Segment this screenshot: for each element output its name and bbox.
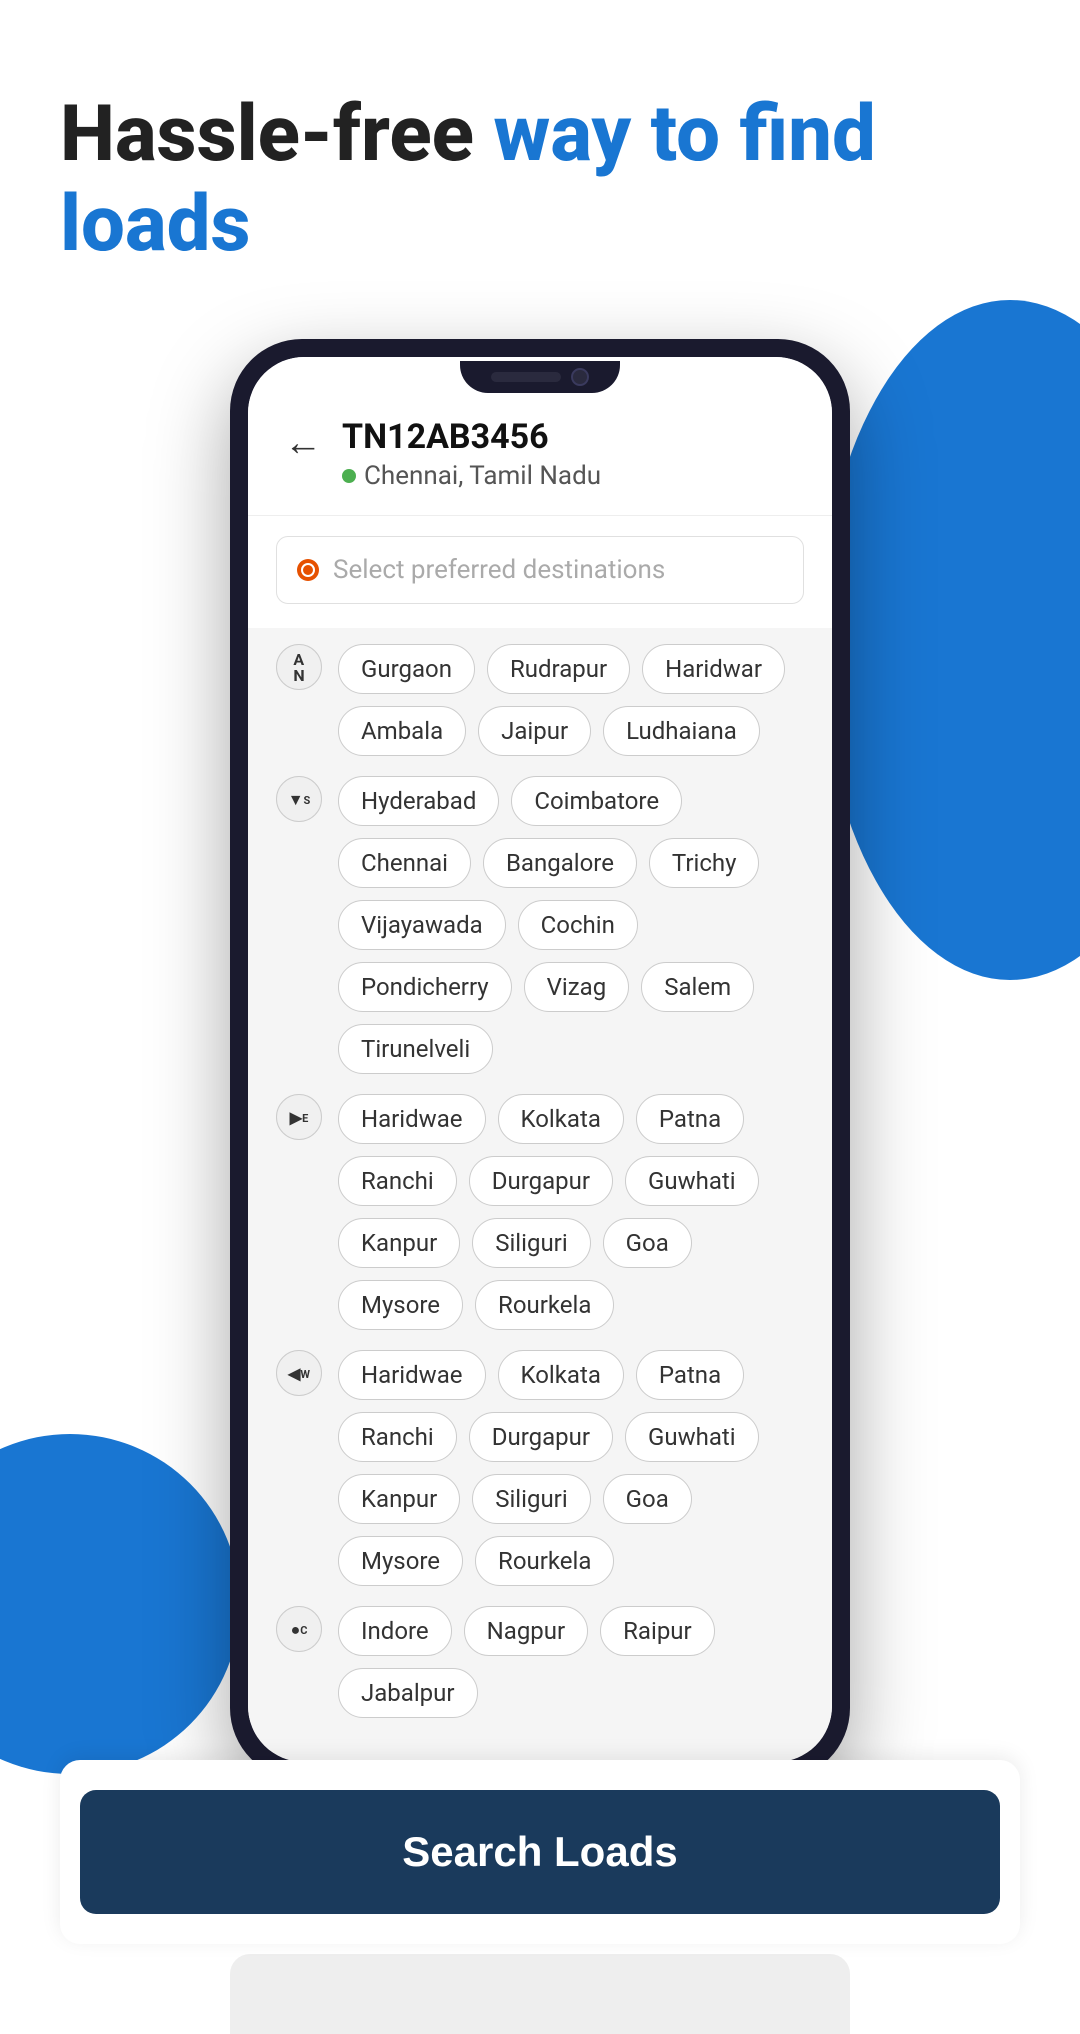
hero-section: Hassle-free way to findloads [0,0,1080,309]
chip-kolkata-w[interactable]: Kolkata [498,1350,624,1400]
location-text: Chennai, Tamil Nadu [364,461,601,491]
vehicle-id: TN12AB3456 [342,417,601,457]
chip-ranchi-w[interactable]: Ranchi [338,1412,457,1462]
chip-rourkela-e[interactable]: Rourkela [475,1280,614,1330]
chip-siliguri-w[interactable]: Siliguri [472,1474,590,1524]
center-chips: Indore Nagpur Raipur Jabalpur [338,1606,804,1718]
hero-title: Hassle-free way to findloads [60,90,1020,269]
search-input-row[interactable]: Select preferred destinations [276,536,804,604]
direction-header-east: ▶E Haridwae Kolkata Patna Ranchi Durgapu… [276,1094,804,1330]
north-direction-icon: AN [276,644,322,690]
south-direction-icon: ▼S [276,776,322,822]
chip-indore[interactable]: Indore [338,1606,452,1656]
chip-bangalore[interactable]: Bangalore [483,838,637,888]
chip-kanpur-w[interactable]: Kanpur [338,1474,460,1524]
chip-goa-e[interactable]: Goa [603,1218,692,1268]
phone-screen: ← TN12AB3456 Chennai, Tamil Nadu Select … [248,357,832,1762]
east-direction-icon: ▶E [276,1094,322,1140]
chip-chennai[interactable]: Chennai [338,838,471,888]
direction-group-south: ▼S Hyderabad Coimbatore Chennai Bangalor… [276,776,804,1074]
chip-haridwae-e[interactable]: Haridwae [338,1094,486,1144]
chip-ludhaiana[interactable]: Ludhaiana [603,706,760,756]
speaker [491,372,561,382]
direction-header-west: ◀W Haridwae Kolkata Patna Ranchi Durgapu… [276,1350,804,1586]
phone-container: ← TN12AB3456 Chennai, Tamil Nadu Select … [0,339,1080,1780]
direction-header-south: ▼S Hyderabad Coimbatore Chennai Bangalor… [276,776,804,1074]
chip-durgapur-w[interactable]: Durgapur [469,1412,613,1462]
chip-kolkata-e[interactable]: Kolkata [498,1094,624,1144]
chip-patna-e[interactable]: Patna [636,1094,744,1144]
phone-notch [460,361,620,393]
camera-dot [571,368,589,386]
chip-guwhati-w[interactable]: Guwhati [625,1412,759,1462]
phone-mockup: ← TN12AB3456 Chennai, Tamil Nadu Select … [230,339,850,1780]
direction-group-north: AN Gurgaon Rudrapur Haridwar Ambala Jaip… [276,644,804,756]
chip-patna-w[interactable]: Patna [636,1350,744,1400]
chip-goa-w[interactable]: Goa [603,1474,692,1524]
chip-mysore-e[interactable]: Mysore [338,1280,463,1330]
chip-ranchi-e[interactable]: Ranchi [338,1156,457,1206]
search-loads-wrapper: Search Loads [60,1760,1020,1944]
bottom-card [230,1954,850,2034]
chip-vijayawada[interactable]: Vijayawada [338,900,506,950]
center-direction-icon: ●C [276,1606,322,1652]
location-search-icon [297,559,319,581]
vehicle-location: Chennai, Tamil Nadu [342,461,601,491]
chip-raipur[interactable]: Raipur [600,1606,715,1656]
direction-group-center: ●C Indore Nagpur Raipur Jabalpur [276,1606,804,1718]
direction-group-west: ◀W Haridwae Kolkata Patna Ranchi Durgapu… [276,1350,804,1586]
east-chips: Haridwae Kolkata Patna Ranchi Durgapur G… [338,1094,804,1330]
chip-rourkela-w[interactable]: Rourkela [475,1536,614,1586]
chip-kanpur-e[interactable]: Kanpur [338,1218,460,1268]
chip-coimbatore[interactable]: Coimbatore [511,776,682,826]
chip-ambala[interactable]: Ambala [338,706,466,756]
north-chips: Gurgaon Rudrapur Haridwar Ambala Jaipur … [338,644,804,756]
back-button[interactable]: ← [284,421,322,465]
west-chips: Haridwae Kolkata Patna Ranchi Durgapur G… [338,1350,804,1586]
chip-durgapur-e[interactable]: Durgapur [469,1156,613,1206]
location-dot-icon [342,469,356,483]
direction-group-east: ▶E Haridwae Kolkata Patna Ranchi Durgapu… [276,1094,804,1330]
chip-trichy[interactable]: Trichy [649,838,760,888]
search-loads-button[interactable]: Search Loads [80,1790,1000,1914]
chip-jaipur[interactable]: Jaipur [478,706,591,756]
chip-rudrapur[interactable]: Rudrapur [487,644,630,694]
chip-haridwae-w[interactable]: Haridwae [338,1350,486,1400]
chip-cochin[interactable]: Cochin [518,900,638,950]
chip-salem[interactable]: Salem [641,962,754,1012]
south-chips: Hyderabad Coimbatore Chennai Bangalore T… [338,776,804,1074]
chip-haridwar[interactable]: Haridwar [642,644,785,694]
direction-header-center: ●C Indore Nagpur Raipur Jabalpur [276,1606,804,1718]
chip-gurgaon[interactable]: Gurgaon [338,644,475,694]
hero-title-normal: Hassle-free [60,89,493,180]
chip-vizag[interactable]: Vizag [524,962,630,1012]
chip-mysore-w[interactable]: Mysore [338,1536,463,1586]
chip-hyderabad[interactable]: Hyderabad [338,776,499,826]
vehicle-info: TN12AB3456 Chennai, Tamil Nadu [342,417,601,491]
west-direction-icon: ◀W [276,1350,322,1396]
search-placeholder: Select preferred destinations [333,555,665,585]
chip-pondicherry[interactable]: Pondicherry [338,962,512,1012]
search-box-container: Select preferred destinations [248,516,832,628]
destinations-body: AN Gurgaon Rudrapur Haridwar Ambala Jaip… [248,628,832,1762]
chip-siliguri-e[interactable]: Siliguri [472,1218,590,1268]
chip-nagpur[interactable]: Nagpur [464,1606,589,1656]
bottom-peek [0,1954,1080,2034]
chip-guwhati-e[interactable]: Guwhati [625,1156,759,1206]
chip-jabalpur[interactable]: Jabalpur [338,1668,478,1718]
direction-header-north: AN Gurgaon Rudrapur Haridwar Ambala Jaip… [276,644,804,756]
chip-tirunelveli[interactable]: Tirunelveli [338,1024,493,1074]
